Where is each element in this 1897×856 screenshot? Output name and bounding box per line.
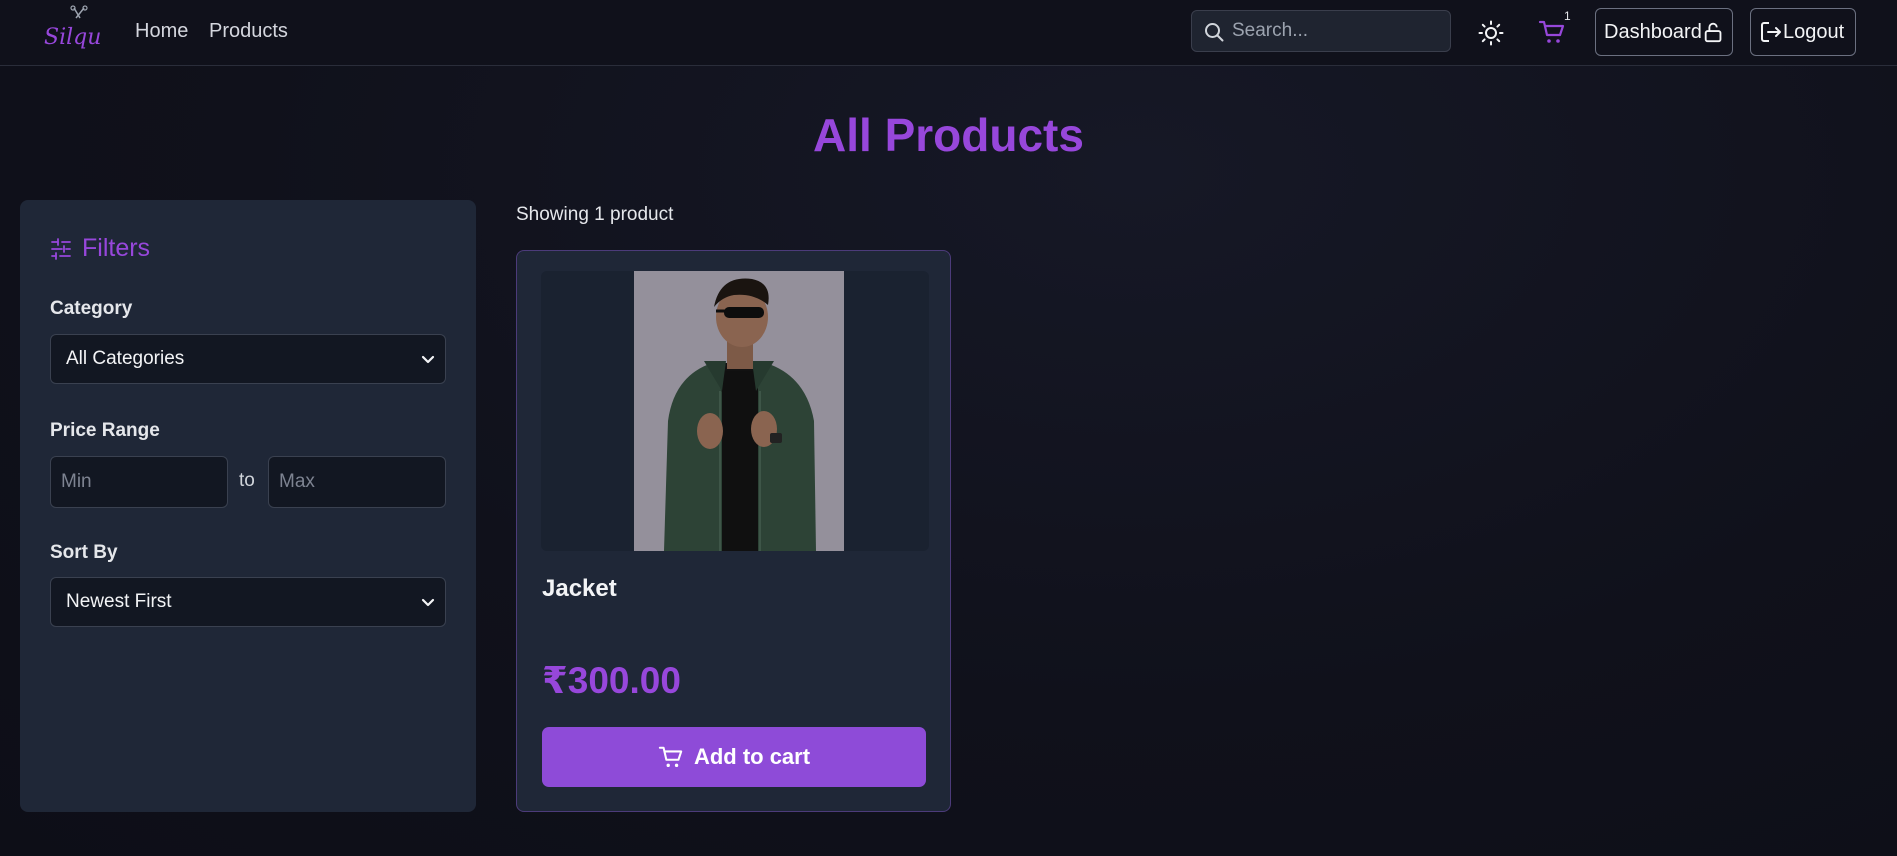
search-box — [1191, 10, 1451, 52]
dashboard-label: Dashboard — [1604, 20, 1702, 43]
price-min-input[interactable] — [50, 456, 228, 508]
search-icon — [1205, 23, 1224, 42]
product-price: ₹300.00 — [542, 660, 681, 701]
logout-icon — [1761, 22, 1781, 42]
filters-panel: Filters Category All Categories Price Ra… — [20, 200, 476, 812]
price-max-input[interactable] — [268, 456, 446, 508]
price-range-label: Price Range — [50, 420, 160, 441]
chevron-down-icon — [421, 598, 435, 607]
category-select[interactable]: All Categories — [50, 334, 446, 384]
price-separator: to — [239, 470, 255, 491]
brand-logo[interactable]: Silque — [40, 4, 102, 58]
result-count: Showing 1 product — [516, 204, 674, 225]
sun-icon[interactable] — [1478, 20, 1504, 46]
lock-icon — [1704, 22, 1722, 43]
category-label: Category — [50, 298, 133, 319]
nav-link-home[interactable]: Home — [135, 20, 188, 43]
logout-label: Logout — [1783, 20, 1845, 43]
dashboard-button[interactable]: Dashboard — [1595, 8, 1733, 56]
logo-text: Silque — [44, 25, 102, 50]
add-to-cart-button[interactable]: Add to cart — [542, 727, 926, 787]
cart-icon — [658, 746, 683, 768]
product-image-frame[interactable] — [541, 271, 929, 551]
filters-header: Filters — [50, 234, 150, 263]
navbar: Silque Home Products 1 Dashboard — [0, 0, 1897, 66]
chevron-down-icon — [421, 355, 435, 364]
search-input[interactable] — [1232, 11, 1442, 51]
nav-link-products[interactable]: Products — [209, 20, 288, 43]
logout-button[interactable]: Logout — [1750, 8, 1856, 56]
sliders-icon — [51, 237, 71, 260]
product-card[interactable]: Jacket ₹300.00 Add to cart — [516, 250, 951, 812]
cart-icon[interactable] — [1538, 18, 1566, 46]
add-to-cart-label: Add to cart — [693, 744, 811, 769]
page-title: All Products — [813, 109, 1084, 161]
filters-heading: Filters — [82, 234, 151, 262]
cart-count-badge: 1 — [1564, 9, 1571, 23]
sort-selected: Newest First — [66, 591, 172, 612]
category-selected: All Categories — [66, 348, 185, 369]
sort-by-label: Sort By — [50, 542, 118, 563]
sort-select[interactable]: Newest First — [50, 577, 446, 627]
product-image[interactable] — [634, 271, 844, 551]
product-name[interactable]: Jacket — [542, 575, 617, 603]
